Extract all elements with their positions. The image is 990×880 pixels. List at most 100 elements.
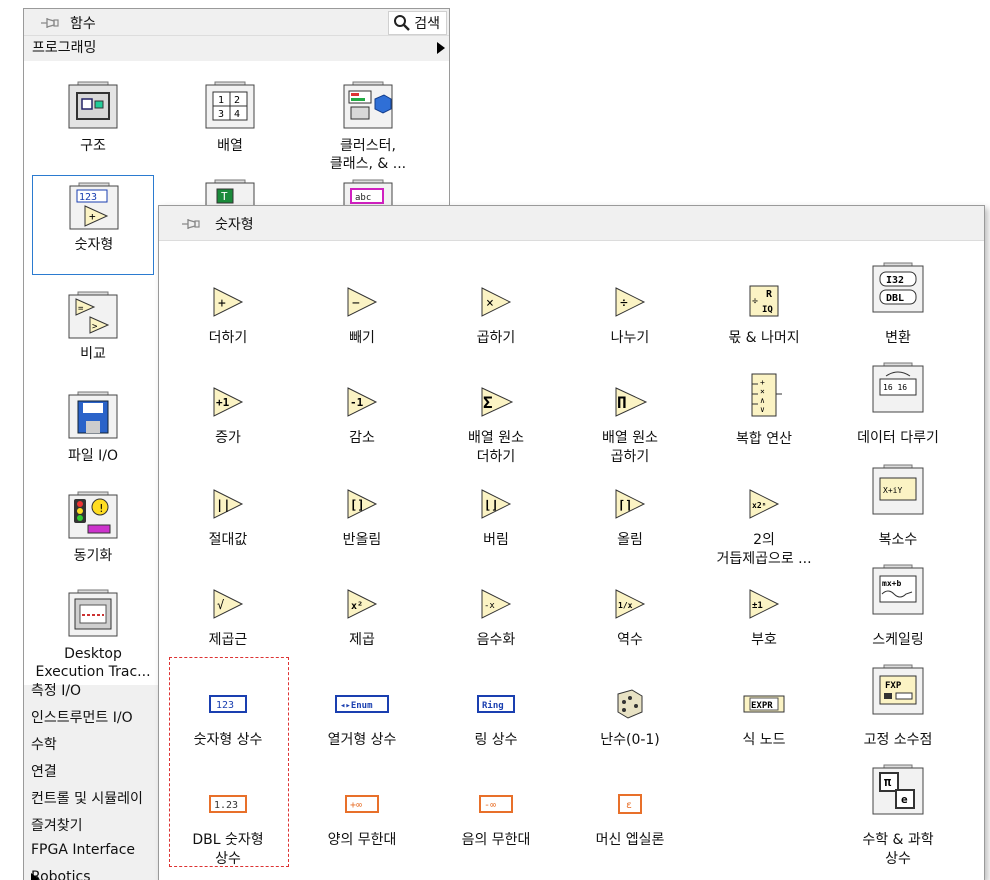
- round-nearest-icon: []: [347, 489, 378, 519]
- quotient-remainder-icon: R ÷ IQ: [749, 285, 779, 317]
- numeric-item-negative-infinity[interactable]: -∞ 음의 무한대: [429, 770, 563, 868]
- numeric-item-compound-arithmetic[interactable]: + × ∧ ∨ 복합 연산: [697, 368, 831, 466]
- complex-icon: X+iY: [872, 464, 924, 515]
- numeric-item-decrement[interactable]: -1 감소: [295, 368, 429, 466]
- svg-text:EXPR: EXPR: [751, 701, 773, 711]
- palette-item-cluster-class[interactable]: 클러스터, 클래스, & ...: [307, 61, 429, 172]
- numeric-item-scaling[interactable]: mx+b 스케일링: [831, 564, 965, 668]
- category-programming[interactable]: 프로그래밍: [24, 35, 449, 60]
- numeric-item-random-number[interactable]: 난수(0-1): [563, 670, 697, 768]
- numeric-item-label: 열거형 상수: [327, 732, 397, 748]
- svg-text:×: ×: [760, 387, 765, 396]
- round-up-icon: ⌈⌉: [615, 489, 646, 519]
- numeric-item-multiply-array-elements[interactable]: Π 배열 원소 곱하기: [563, 368, 697, 466]
- pin-icon[interactable]: [179, 216, 201, 232]
- numeric-item-complex[interactable]: X+iY 복소수: [831, 464, 965, 568]
- enum-constant-icon: ◂▸Enum: [335, 695, 389, 713]
- numeric-item-machine-epsilon[interactable]: ε 머신 엡실론: [563, 770, 697, 868]
- numeric-item-negate[interactable]: -x 음수화: [429, 570, 563, 668]
- numeric-item-conversion[interactable]: I32 DBL 변환: [831, 262, 965, 366]
- palette-item-numeric[interactable]: 123 + 숫자형: [32, 175, 154, 275]
- numeric-item-square[interactable]: x² 제곱: [295, 570, 429, 668]
- numeric-palette: 숫자형 + 더하기 − 빼기 × 곱하기 ÷ 나누기 R ÷ IQ 몫 & 나머지 …: [158, 205, 985, 880]
- numeric-item-label: 복소수: [878, 532, 918, 548]
- numeric-item-quotient-remainder[interactable]: R ÷ IQ 몫 & 나머지: [697, 268, 831, 366]
- numeric-item-add-array-elements[interactable]: Σ 배열 원소 더하기: [429, 368, 563, 466]
- category-label: Robotics: [31, 869, 91, 880]
- numeric-item-round-down[interactable]: ⌊⌋ 버림: [429, 470, 563, 568]
- positive-infinity-icon: +∞: [345, 795, 379, 813]
- svg-text:∨: ∨: [760, 405, 765, 414]
- svg-text:IQ: IQ: [762, 305, 773, 315]
- svg-text:R: R: [766, 289, 773, 300]
- numeric-item-fixed-point[interactable]: FXP 고정 소수점: [831, 664, 965, 768]
- numeric-item-label: 배열 원소 곱하기: [602, 430, 658, 465]
- numeric-item-label: 난수(0-1): [600, 732, 660, 748]
- palette-item-file-io[interactable]: 파일 I/O: [32, 383, 154, 483]
- search-icon: [394, 15, 411, 31]
- svg-text:>: >: [92, 322, 98, 332]
- negative-infinity-icon: -∞: [479, 795, 513, 813]
- category-label: 인스트루먼트 I/O: [31, 710, 133, 726]
- numeric-item-positive-infinity[interactable]: +∞ 양의 무한대: [295, 770, 429, 868]
- numeric-item-label: 머신 엡실론: [595, 832, 665, 848]
- svg-text:x2ⁿ: x2ⁿ: [752, 501, 766, 510]
- search-button[interactable]: 검색: [388, 11, 447, 35]
- pin-icon[interactable]: [38, 15, 60, 31]
- category-label: 측정 I/O: [31, 683, 82, 699]
- numeric-item-math-science-constants[interactable]: πe 수학 & 과학 상수: [831, 764, 965, 868]
- numeric-item-subtract[interactable]: − 빼기: [295, 268, 429, 366]
- numeric-item-label: 역수: [617, 632, 643, 648]
- numeric-item-add[interactable]: + 더하기: [161, 268, 295, 366]
- numeric-item-label: 링 상수: [474, 732, 518, 748]
- reciprocal-icon: 1/x: [615, 589, 646, 619]
- numeric-item-label: 스케일링: [872, 632, 924, 648]
- palette-item-structures[interactable]: 구조: [32, 61, 154, 161]
- numeric-item-numeric-constant[interactable]: 123 숫자형 상수: [161, 670, 295, 768]
- svg-text:-x: -x: [484, 601, 495, 611]
- svg-text:Π: Π: [617, 393, 627, 412]
- palette-item-label: Desktop Execution Trac...: [35, 646, 151, 680]
- palette-item-comparison[interactable]: = > 비교: [32, 285, 154, 385]
- numeric-item-data-manipulation[interactable]: 16 16 데이터 다루기: [831, 362, 965, 466]
- numeric-item-sign[interactable]: ±1 부호: [697, 570, 831, 668]
- numeric-item-square-root[interactable]: √ 제곱근: [161, 570, 295, 668]
- sign-icon: ±1: [749, 589, 780, 619]
- numeric-item-expression-node[interactable]: EXPR 식 노드: [697, 670, 831, 768]
- numeric-item-enum-constant[interactable]: ◂▸Enum 열거형 상수: [295, 670, 429, 768]
- desktop-execution-trace-icon: [68, 589, 118, 637]
- svg-text:2: 2: [234, 95, 240, 106]
- svg-text:=: =: [78, 304, 84, 314]
- svg-text:÷: ÷: [620, 296, 628, 311]
- numeric-item-reciprocal[interactable]: 1/x 역수: [563, 570, 697, 668]
- subtract-icon: −: [347, 287, 378, 317]
- numeric-item-increment[interactable]: +1 증가: [161, 368, 295, 466]
- category-label: 수학: [31, 737, 57, 753]
- numeric-item-divide[interactable]: ÷ 나누기: [563, 268, 697, 366]
- numeric-item-round-nearest[interactable]: [] 반올림: [295, 470, 429, 568]
- palette-item-label: 숫자형: [74, 237, 114, 253]
- numeric-item-absolute-value[interactable]: || 절대값: [161, 470, 295, 568]
- palette-item-synchronization[interactable]: ! 동기화: [32, 483, 154, 583]
- svg-text:×: ×: [486, 296, 494, 311]
- svg-text:123: 123: [79, 192, 97, 203]
- numeric-item-scale-by-power-of-2[interactable]: x2ⁿ 2의 거듭제곱으로 ...: [697, 470, 831, 568]
- svg-text:+∞: +∞: [350, 800, 362, 811]
- svg-text:123: 123: [216, 700, 234, 711]
- numeric-constant-icon: 123: [209, 695, 247, 713]
- numeric-item-label: DBL 숫자형 상수: [192, 832, 264, 867]
- svg-text:◂▸Enum: ◂▸Enum: [340, 701, 373, 711]
- palette-item-desktop-execution-trace[interactable]: Desktop Execution Trac...: [32, 581, 154, 685]
- numeric-item-label: 수학 & 과학 상수: [862, 832, 934, 867]
- numeric-item-label: 절대값: [208, 532, 248, 548]
- palette-item-array[interactable]: 12 34 배열: [169, 61, 291, 161]
- search-label: 검색: [414, 16, 440, 32]
- numeric-item-dbl-numeric-constant[interactable]: 1.23 DBL 숫자형 상수: [161, 770, 295, 868]
- increment-icon: +1: [213, 387, 244, 417]
- numeric-item-round-up[interactable]: ⌈⌉ 올림: [563, 470, 697, 568]
- numeric-item-ring-constant[interactable]: Ring 링 상수: [429, 670, 563, 768]
- svg-text:DBL: DBL: [886, 293, 904, 304]
- numeric-item-label: 제곱: [349, 632, 375, 648]
- category-label: 컨트롤 및 시뮬레이: [31, 791, 143, 807]
- numeric-item-multiply[interactable]: × 곱하기: [429, 268, 563, 366]
